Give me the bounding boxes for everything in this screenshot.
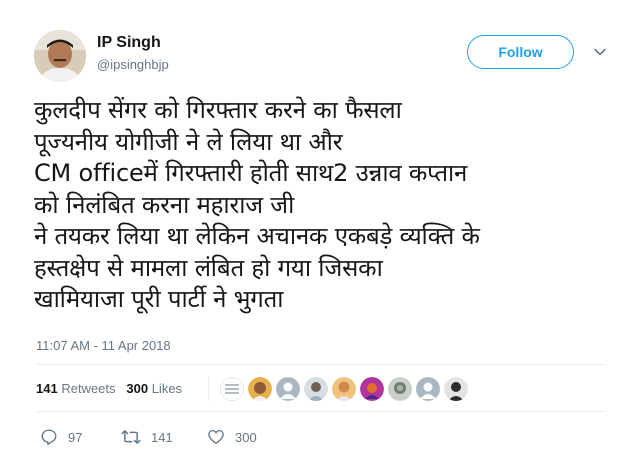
tweet-line: हस्तक्षेप से मामला लंबित हो गया जिसका (34, 253, 383, 282)
user-handle[interactable]: @ipsinghbjp (97, 57, 169, 72)
retweets-label: Retweets (61, 381, 116, 396)
user-avatar[interactable] (34, 30, 86, 82)
likes-label: Likes (151, 381, 183, 396)
reply-button[interactable]: 97 (40, 428, 82, 446)
liker-avatar-3-icon[interactable] (276, 377, 300, 401)
tweet-timestamp[interactable]: 11:07 AM - 11 Apr 2018 (36, 338, 171, 353)
engagement-stats: 141 Retweets 300 Likes (36, 381, 182, 396)
like-button[interactable]: 300 (207, 428, 257, 446)
reply-count: 97 (68, 429, 83, 445)
chevron-down-icon (594, 48, 606, 56)
tweet-text: कुलदीप सेंगर को गिरफ्तार करने का फैसला प… (34, 95, 624, 316)
liker-avatar-8-icon[interactable] (416, 377, 440, 401)
likes-stat[interactable]: 300 Likes (126, 381, 182, 396)
retweets-stat[interactable]: 141 Retweets (36, 381, 116, 396)
retweet-icon (121, 430, 141, 444)
divider (36, 364, 606, 365)
tweet-line: को निलंबित करना महाराज जी (34, 190, 295, 219)
follow-button[interactable]: Follow (467, 35, 574, 69)
liker-avatar-1-icon[interactable] (220, 377, 244, 401)
liker-avatar-9-icon[interactable] (444, 377, 468, 401)
heart-icon (208, 429, 224, 445)
reply-icon (41, 429, 57, 446)
profile-photo-avatar-icon (34, 30, 86, 82)
tweet-line: कुलदीप सेंगर को गिरफ्तार करने का फैसला (34, 96, 402, 124)
like-count: 300 (235, 429, 257, 445)
liker-avatar-5-icon[interactable] (332, 377, 356, 401)
user-display-name[interactable]: IP Singh (97, 34, 161, 52)
more-options-button[interactable] (592, 44, 608, 60)
retweets-count: 141 (36, 381, 58, 396)
tweet-line: पूज्यनीय योगीजी ने ले लिया था और (34, 127, 343, 156)
retweet-button[interactable]: 141 (121, 428, 173, 446)
retweet-count: 141 (151, 429, 173, 445)
liker-avatar-6-icon[interactable] (360, 377, 384, 401)
tweet-line: ने तयकर लिया था लेकिन अचानक एकबड़े व्यक्… (34, 222, 480, 250)
divider (208, 377, 209, 401)
divider (36, 411, 606, 412)
tweet-line: CM officeमें गिरफ्तारी होती साथ2 उन्नाव … (34, 159, 468, 187)
likes-count: 300 (126, 381, 149, 396)
liker-avatar-2-icon[interactable] (248, 377, 272, 401)
tweet-line: खामियाजा पूरी पार्टी ने भुगता (34, 285, 284, 313)
liker-avatar-4-icon[interactable] (304, 377, 328, 401)
liker-avatar-7-icon[interactable] (388, 377, 412, 401)
